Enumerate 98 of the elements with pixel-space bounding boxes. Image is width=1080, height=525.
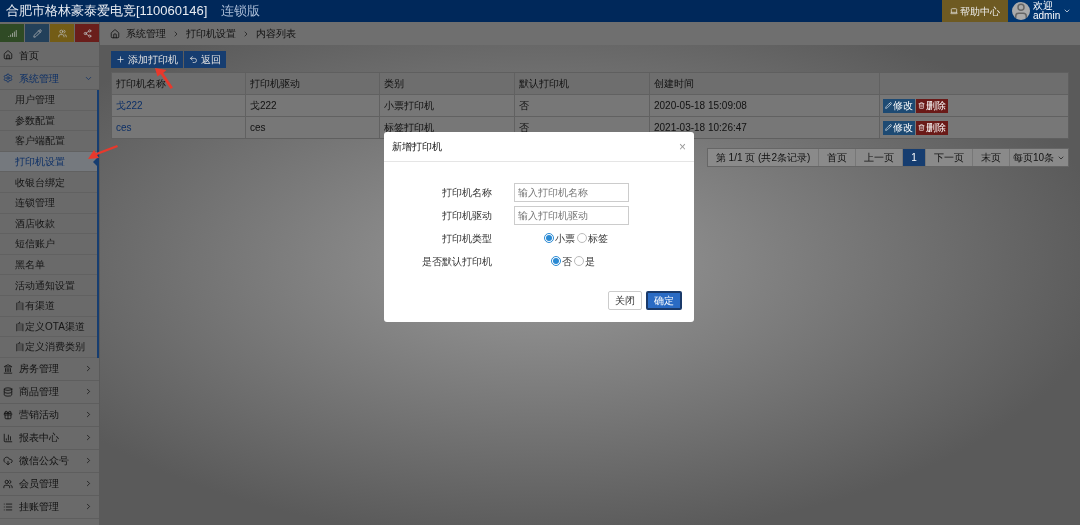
shortcut-button[interactable] (50, 24, 74, 42)
chevron-right-icon (84, 502, 93, 512)
table-cell: 2020-05-18 15:09:08 (650, 95, 880, 116)
breadcrumb-link[interactable]: 系统管理 (126, 26, 166, 41)
settings-icon (3, 73, 13, 83)
bank-icon (3, 363, 13, 374)
nav-menu-item[interactable]: 会员管理 (0, 472, 99, 496)
nav-submenu-item[interactable]: 酒店收款 (0, 213, 97, 235)
breadcrumb-link[interactable]: 打印机设置 (186, 26, 236, 41)
radio-option[interactable]: 是 (574, 253, 595, 269)
column-header: 类别 (380, 73, 515, 94)
dialog-title: 新增打印机 (392, 140, 443, 154)
gift-icon (3, 409, 13, 420)
chevron-right-icon (84, 433, 93, 443)
chevron-right-icon (84, 479, 93, 489)
table-cell: 戈222 (246, 95, 380, 116)
delete-button[interactable]: 删除 (916, 98, 948, 113)
signal-icon (7, 28, 17, 38)
nav-menu-item[interactable]: 房务管理 (0, 357, 99, 381)
column-header: 打印机驱动 (246, 73, 380, 94)
column-header: 创建时间 (650, 73, 880, 94)
nav-menu-item[interactable]: 挂账管理 (0, 495, 99, 519)
close-button[interactable]: × (679, 137, 686, 156)
nav-submenu-item[interactable]: 自定义OTA渠道 (0, 316, 97, 338)
nav-submenu-item[interactable]: 短信账户 (0, 234, 97, 255)
delete-button[interactable]: 删除 (916, 120, 948, 135)
welcome-label: 欢迎 (1033, 1, 1053, 11)
caret-icon (1063, 7, 1072, 15)
annotation-arrow-drawing (88, 145, 118, 159)
chevron-right-icon (172, 29, 180, 38)
chevron-right-icon (84, 456, 93, 466)
table-cell: 小票打印机 (380, 95, 515, 116)
chevron-right-icon (84, 410, 93, 420)
table-cell: ces (246, 117, 380, 138)
chevron-right-icon (84, 364, 93, 374)
trash-icon (918, 102, 925, 109)
shortcut-button[interactable] (75, 24, 99, 42)
cloud-icon (3, 455, 13, 466)
shortcut-button[interactable] (0, 24, 24, 42)
pencil-icon (885, 102, 892, 109)
edition-label: 连锁版 (221, 2, 261, 21)
trash-icon (918, 124, 925, 131)
chevron-right-icon (84, 387, 93, 397)
printer-name-link[interactable]: ces (112, 117, 246, 138)
nav-submenu-item[interactable]: 自定义消费类别 (0, 337, 97, 358)
nav-menu-item[interactable]: 营销活动 (0, 403, 99, 427)
share-icon (82, 28, 92, 38)
nav-submenu-item[interactable]: 连锁管理 (0, 192, 97, 214)
pencil-icon (32, 28, 42, 38)
avatar-icon (1012, 2, 1030, 20)
nav-menu-item[interactable]: 报表中心 (0, 426, 99, 450)
field-label: 是否默认打印机 (421, 254, 493, 269)
input-field[interactable]: 输入打印机驱动 (514, 205, 629, 225)
list-icon (3, 501, 13, 512)
close-dialog-button[interactable]: 关闭 (608, 291, 642, 310)
user-name: admin (1033, 11, 1061, 21)
add-printer-button[interactable]: 添加打印机 (111, 51, 183, 68)
laptop-icon (950, 7, 958, 15)
nav-submenu-item[interactable]: 活动通知设置 (0, 275, 97, 296)
back-button[interactable]: 返回 (184, 51, 226, 68)
database-icon (3, 386, 13, 397)
home-icon (110, 28, 120, 39)
nav-submenu-item[interactable]: 用户管理 (0, 90, 97, 111)
user-menu[interactable]: 欢迎 admin (1008, 0, 1080, 22)
users-icon (57, 28, 67, 38)
nav-menu-item[interactable]: 微信公众号 (0, 449, 99, 473)
help-center-button[interactable]: 帮助中心 (942, 0, 1008, 22)
field-label: 打印机驱动 (441, 208, 493, 223)
app-title: 合肥市格林豪泰爱电竞[110060146] (6, 2, 208, 21)
nav-submenu-item[interactable]: 客户端配置 (0, 131, 97, 152)
confirm-button[interactable]: 确定 (646, 291, 682, 310)
radio-option[interactable]: 小票 (544, 230, 575, 246)
bar-chart-icon (3, 432, 13, 443)
field-label: 打印机名称 (441, 185, 493, 200)
chevron-right-icon (242, 29, 250, 38)
table-cell: 否 (515, 95, 650, 116)
radio-option[interactable]: 标签 (577, 230, 608, 246)
return-icon (189, 55, 198, 64)
annotation-arrow-drawing (155, 68, 173, 89)
radio-option[interactable]: 否 (551, 253, 572, 269)
nav-submenu-item[interactable]: 收银台绑定 (0, 172, 97, 193)
nav-submenu-item[interactable]: 自有渠道 (0, 295, 97, 317)
plus-icon (116, 55, 125, 64)
input-field[interactable]: 输入打印机名称 (514, 182, 629, 202)
printer-name-link[interactable]: 戈222 (112, 95, 246, 116)
nav-menu-item[interactable]: 商品管理 (0, 380, 99, 404)
edit-button[interactable]: 修改 (883, 120, 915, 135)
nav-submenu-item[interactable]: 参数配置 (0, 110, 97, 132)
field-label: 打印机类型 (441, 231, 493, 246)
nav-menu-item[interactable]: 首页 (0, 44, 99, 67)
shortcut-button[interactable] (25, 24, 49, 42)
nav-menu-item[interactable]: 系统管理 (0, 67, 99, 90)
edit-button[interactable]: 修改 (883, 98, 915, 113)
column-header: 默认打印机 (515, 73, 650, 94)
users-icon (3, 478, 13, 489)
pencil-icon (885, 124, 892, 131)
nav-submenu-item[interactable]: 黑名单 (0, 254, 97, 276)
home-icon (3, 50, 13, 60)
